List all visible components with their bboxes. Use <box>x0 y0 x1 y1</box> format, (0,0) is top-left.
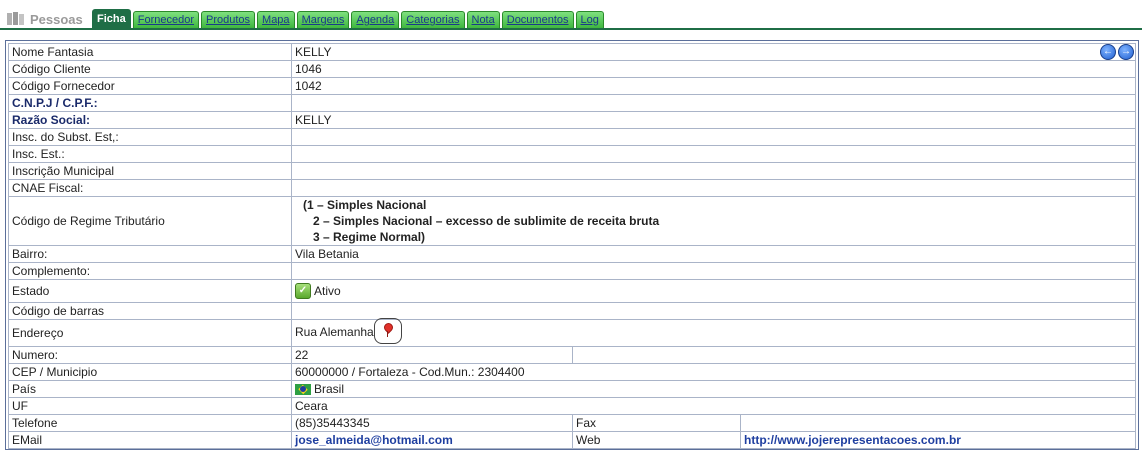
tab-margens[interactable]: Margens <box>296 11 350 28</box>
value-cnpj <box>291 94 1136 112</box>
tab-documentos[interactable]: Documentos <box>501 11 574 28</box>
value-razao-social: KELLY <box>291 111 1136 129</box>
row-cep: CEP / Municipio 60000000 / Fortaleza - C… <box>8 363 1136 381</box>
row-cnae: CNAE Fiscal: <box>8 179 1136 197</box>
label-numero: Numero: <box>8 346 292 364</box>
row-complemento: Complemento: <box>8 262 1136 280</box>
app-brand: Pessoas <box>6 10 83 28</box>
label-fax: Fax <box>572 414 741 432</box>
arrow-left-circle-icon[interactable]: ← <box>1100 44 1116 60</box>
tab-mapa[interactable]: Mapa <box>257 11 295 28</box>
row-codigo-barras: Código de barras <box>8 302 1136 320</box>
tab-nota[interactable]: Nota <box>466 11 500 28</box>
tab-fornecedor[interactable]: Fornecedor <box>132 11 199 28</box>
value-codigo-barras <box>291 302 1136 320</box>
label-insc-municipal: Inscrição Municipal <box>8 162 292 180</box>
label-razao-social: Razão Social: <box>8 111 292 129</box>
label-uf: UF <box>8 397 292 415</box>
value-estado: ✓ Ativo <box>291 279 1136 303</box>
tab-ficha[interactable]: Ficha <box>92 9 131 28</box>
value-codigo-fornecedor: 1042 <box>291 77 1136 95</box>
map-pin-stem <box>386 331 388 337</box>
people-icon <box>7 12 24 25</box>
regime-option-1: (1 – Simples Nacional <box>303 198 427 212</box>
value-telefone: (85)35443345 <box>291 414 573 432</box>
label-estado: Estado <box>8 279 292 303</box>
label-bairro: Bairro: <box>8 245 292 263</box>
value-regime: (1 – Simples Nacional 2 – Simples Nacion… <box>291 196 1136 246</box>
label-email: EMail <box>8 431 292 449</box>
regime-option-3: 3 – Regime Normal) <box>313 230 426 244</box>
value-insc-subst <box>291 128 1136 146</box>
tab-agenda[interactable]: Agenda <box>351 11 400 28</box>
value-cep: 60000000 / Fortaleza - Cod.Mun.: 2304400 <box>291 363 1136 381</box>
row-codigo-cliente: Código Cliente 1046 <box>8 60 1136 78</box>
endereco-text: Rua Alemanha <box>295 325 374 340</box>
row-codigo-fornecedor: Código Fornecedor 1042 <box>8 77 1136 95</box>
estado-text: Ativo <box>314 283 341 298</box>
row-cnpj: C.N.P.J / C.P.F.: <box>8 94 1136 112</box>
row-pais: País Brasil <box>8 380 1136 398</box>
check-icon: ✓ <box>295 283 311 300</box>
value-cnae <box>291 179 1136 197</box>
record-panel: ← → Nome Fantasia KELLY Código Cliente 1… <box>5 40 1139 450</box>
record-navigation: ← → <box>1100 44 1134 60</box>
arrow-right-circle-icon[interactable]: → <box>1118 44 1134 60</box>
row-email: EMail jose_almeida@hotmail.com Web http:… <box>8 431 1136 449</box>
row-nome-fantasia: Nome Fantasia KELLY <box>8 43 1136 61</box>
tab-categorias[interactable]: Categorias <box>401 11 465 28</box>
value-insc-municipal <box>291 162 1136 180</box>
value-numero: 22 <box>291 346 573 364</box>
value-fax <box>740 414 1136 432</box>
label-cep: CEP / Municipio <box>8 363 292 381</box>
value-endereco: Rua Alemanha <box>291 318 1136 347</box>
value-bairro: Vila Betania <box>291 245 1136 263</box>
label-cnpj: C.N.P.J / C.P.F.: <box>8 94 292 112</box>
brazil-flag-icon <box>295 384 311 396</box>
label-codigo-barras: Código de barras <box>8 302 292 320</box>
tab-produtos[interactable]: Produtos <box>201 11 256 28</box>
label-insc-subst: Insc. do Subst. Est,: <box>8 128 292 146</box>
label-codigo-cliente: Código Cliente <box>8 60 292 78</box>
row-bairro: Bairro: Vila Betania <box>8 245 1136 263</box>
row-insc-subst: Insc. do Subst. Est,: <box>8 128 1136 146</box>
label-regime: Código de Regime Tributário <box>8 196 292 246</box>
row-uf: UF Ceara <box>8 397 1136 415</box>
label-telefone: Telefone <box>8 414 292 432</box>
label-cnae: CNAE Fiscal: <box>8 179 292 197</box>
label-codigo-fornecedor: Código Fornecedor <box>8 77 292 95</box>
value-insc-est <box>291 145 1136 163</box>
web-link[interactable]: http://www.jojerepresentacoes.com.br <box>740 431 1136 449</box>
row-telefone: Telefone (85)35443345 Fax <box>8 414 1136 432</box>
person-form-table: Nome Fantasia KELLY Código Cliente 1046 … <box>8 43 1136 449</box>
row-insc-municipal: Inscrição Municipal <box>8 162 1136 180</box>
value-complemento <box>291 262 1136 280</box>
label-insc-est: Insc. Est.: <box>8 145 292 163</box>
row-estado: Estado ✓ Ativo <box>8 279 1136 303</box>
row-numero: Numero: 22 <box>8 346 1136 364</box>
map-pin-head <box>381 321 395 334</box>
email-link[interactable]: jose_almeida@hotmail.com <box>291 431 573 449</box>
value-nome-fantasia: KELLY <box>291 43 1136 61</box>
label-endereco: Endereço <box>8 319 292 347</box>
row-insc-est: Insc. Est.: <box>8 145 1136 163</box>
app-title: Pessoas <box>30 11 83 27</box>
label-nome-fantasia: Nome Fantasia <box>8 43 292 61</box>
value-uf: Ceara <box>291 397 1136 415</box>
value-pais: Brasil <box>291 380 1136 398</box>
row-endereco: Endereço Rua Alemanha <box>8 318 1136 347</box>
row-regime: Código de Regime Tributário (1 – Simples… <box>8 196 1136 246</box>
tab-log[interactable]: Log <box>575 11 604 28</box>
tabs: Ficha Fornecedor Produtos Mapa Margens A… <box>92 9 606 28</box>
numero-extra <box>572 346 1136 364</box>
label-complemento: Complemento: <box>8 262 292 280</box>
tab-bar: Pessoas Ficha Fornecedor Produtos Mapa M… <box>0 0 1142 30</box>
value-codigo-cliente: 1046 <box>291 60 1136 78</box>
pais-text: Brasil <box>314 382 345 396</box>
regime-option-2: 2 – Simples Nacional – excesso de sublim… <box>313 214 660 228</box>
map-pin-icon[interactable] <box>373 318 402 344</box>
label-pais: País <box>8 380 292 398</box>
label-web: Web <box>572 431 741 449</box>
row-razao-social: Razão Social: KELLY <box>8 111 1136 129</box>
